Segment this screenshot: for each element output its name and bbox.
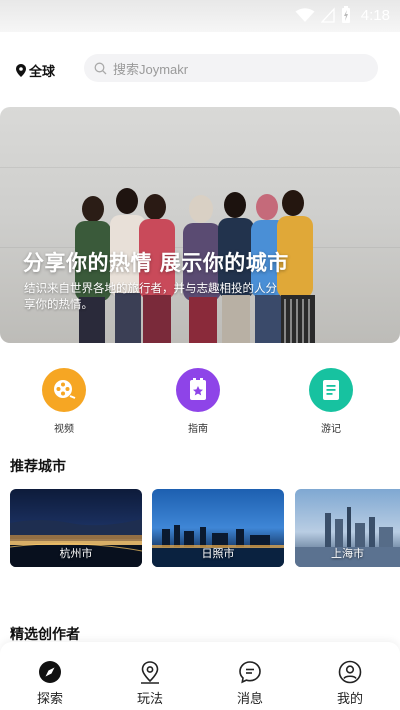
tab-bar: 探索 玩法 消息 我的 (0, 642, 400, 710)
nav-item-guide[interactable]: 指南 (163, 368, 233, 435)
location-pin-icon (16, 64, 26, 77)
nav-circle (176, 368, 220, 412)
tab-label: 玩法 (136, 692, 163, 707)
banner-subtitle: 结识来自世界各地的旅行者，并与志趣相投的人分享你的热情。 (24, 281, 277, 311)
map-pin-icon (141, 661, 159, 684)
chat-bubble-icon (239, 661, 261, 684)
city-name: 杭州市 (59, 547, 93, 560)
city-name: 上海市 (331, 547, 364, 560)
travel-note-icon (323, 380, 339, 400)
compass-icon (39, 661, 61, 683)
tab-explore[interactable]: 探索 (20, 660, 80, 707)
city-name: 日照市 (201, 547, 235, 560)
nav-item-travelnote[interactable]: 游记 (296, 368, 366, 435)
tab-profile[interactable]: 我的 (320, 660, 380, 707)
location-selector[interactable]: 全球 (16, 61, 55, 80)
wall-panel-line (0, 167, 400, 168)
tab-messages[interactable]: 消息 (220, 660, 280, 707)
nav-circle (42, 368, 86, 412)
status-icons: 4:18 (295, 6, 390, 24)
section-title-creators: 精选创作者 (10, 627, 80, 643)
nav-item-video[interactable]: 视频 (29, 368, 99, 435)
tab-label: 探索 (36, 692, 63, 707)
city-card-rizhao[interactable]: 日照市 (152, 489, 284, 567)
tab-play[interactable]: 玩法 (120, 660, 180, 707)
banner-title: 分享你的热情 展示你的城市 (23, 251, 289, 275)
film-reel-icon (54, 380, 76, 399)
tab-label: 我的 (336, 692, 363, 707)
header: 全球 搜索Joymakr (6, 48, 400, 92)
location-label: 全球 (29, 65, 56, 80)
status-time: 4:18 (360, 6, 390, 24)
status-bar: 4:18 (0, 0, 400, 32)
wifi-icon (295, 8, 315, 22)
city-card-hangzhou[interactable]: 杭州市 (10, 489, 142, 567)
tab-label: 消息 (236, 692, 263, 707)
guide-book-icon (190, 378, 206, 400)
nav-label-travelnote: 游记 (321, 424, 341, 435)
city-card-shanghai[interactable]: 上海市 (295, 489, 400, 567)
nav-label-video: 视频 (54, 424, 74, 435)
search-placeholder: 搜索Joymakr (113, 61, 189, 77)
battery-charging-icon (341, 6, 350, 23)
nav-label-guide: 指南 (188, 424, 208, 435)
hero-banner[interactable]: 分享你的热情 展示你的城市 结识来自世界各地的旅行者，并与志趣相投的人分享你的热… (0, 107, 400, 343)
user-icon (338, 660, 362, 684)
signal-icon (320, 7, 335, 23)
section-title-recommended: 推荐城市 (10, 459, 66, 475)
search-input[interactable]: 搜索Joymakr (84, 54, 378, 82)
quick-nav: 视频 指南 游记 (0, 368, 400, 438)
nav-circle (309, 368, 353, 412)
search-icon (94, 62, 107, 74)
